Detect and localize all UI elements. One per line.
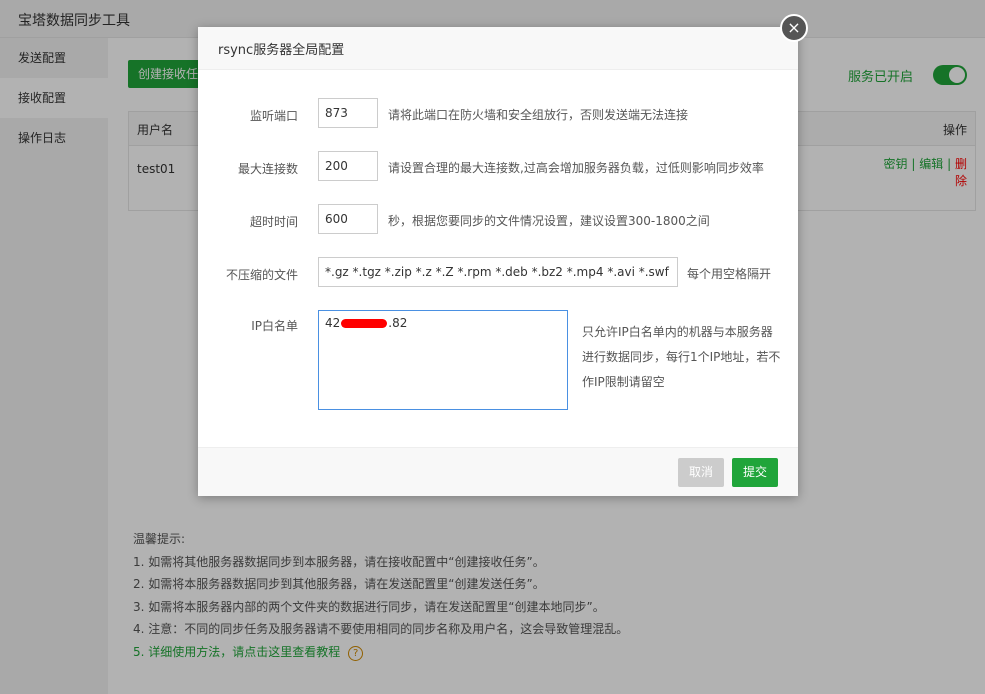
- submit-button[interactable]: 提交: [732, 458, 778, 487]
- rsync-config-dialog: rsync服务器全局配置 监听端口 请将此端口在防火墙和安全组放行，否则发送端无…: [198, 27, 798, 496]
- max-connections-note: 请设置合理的最大连接数,过高会增加服务器负载，过低则影响同步效率: [388, 161, 764, 175]
- cancel-button[interactable]: 取消: [678, 458, 724, 487]
- timeout-label: 超时时间: [249, 215, 298, 229]
- max-connections-input[interactable]: [318, 151, 378, 181]
- timeout-note: 秒，根据您要同步的文件情况设置，建议设置300-1800之间: [388, 214, 710, 228]
- port-input[interactable]: [318, 98, 378, 128]
- dialog-footer: 取消 提交: [198, 447, 798, 496]
- no-compress-note: 每个用空格隔开: [687, 267, 772, 281]
- ip-prefix: 42: [325, 316, 341, 330]
- dialog-header: rsync服务器全局配置: [198, 27, 798, 70]
- no-compress-label: 不压缩的文件: [225, 268, 298, 282]
- ip-suffix: .82: [388, 316, 408, 330]
- close-icon[interactable]: ×: [780, 14, 808, 42]
- dialog-title: rsync服务器全局配置: [218, 43, 345, 58]
- ip-whitelist-note: 只允许IP白名单内的机器与本服务器进行数据同步，每行1个IP地址，若不作IP限制…: [582, 325, 781, 389]
- no-compress-input[interactable]: [318, 257, 678, 287]
- port-note: 请将此端口在防火墙和安全组放行，否则发送端无法连接: [388, 108, 689, 122]
- ip-whitelist-label: IP白名单: [251, 319, 298, 333]
- redaction-mark: [341, 319, 388, 328]
- ip-whitelist-textarea[interactable]: 42.82: [318, 310, 568, 410]
- max-connections-label: 最大连接数: [237, 162, 298, 176]
- timeout-input[interactable]: [318, 204, 378, 234]
- port-label: 监听端口: [249, 109, 298, 123]
